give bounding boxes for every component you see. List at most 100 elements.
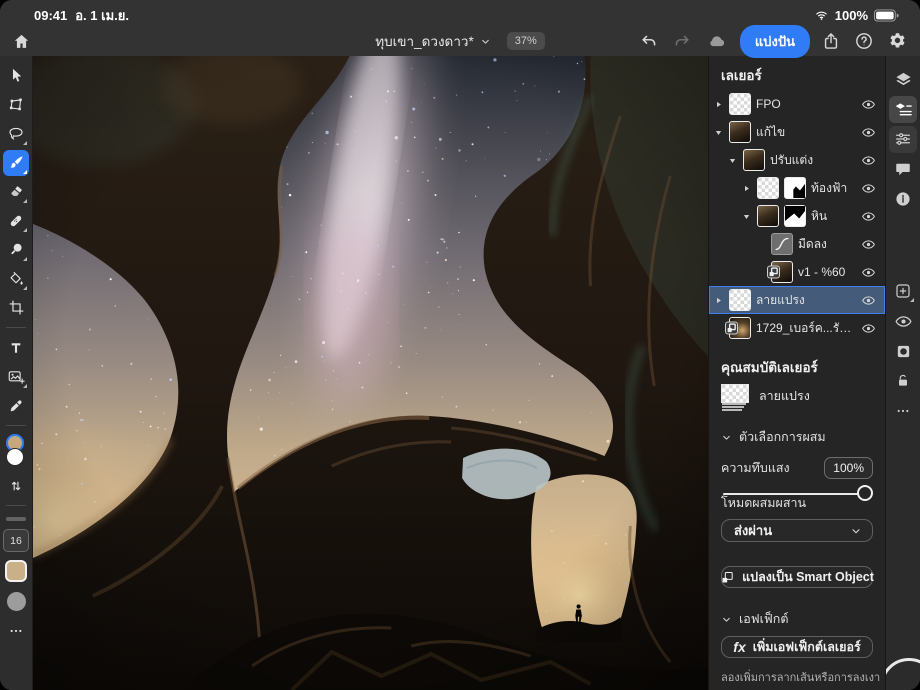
unlock-button[interactable] (889, 368, 917, 395)
fill-tool[interactable] (3, 266, 29, 292)
layer-visibility-eye-icon[interactable] (861, 153, 876, 168)
share-button[interactable]: แบ่งปัน (740, 25, 810, 58)
more-tool-options-button[interactable] (3, 618, 29, 644)
brush-color-swatch[interactable] (5, 560, 27, 582)
expand-right-icon[interactable] (714, 296, 724, 305)
swap-colors-button[interactable] (3, 473, 29, 499)
canvas[interactable] (33, 56, 708, 690)
visibility-button[interactable] (889, 308, 917, 335)
undo-button[interactable] (637, 29, 661, 53)
battery-icon (873, 9, 900, 22)
redo-button[interactable] (670, 29, 694, 53)
collapse-down-icon[interactable] (714, 128, 724, 137)
flyout-indicator (23, 228, 27, 232)
selected-layer-summary: ลายแปรง (709, 382, 885, 416)
collapse-down-icon[interactable] (742, 212, 752, 221)
place-photo-tool[interactable] (3, 364, 29, 390)
chevron-down-icon (721, 432, 732, 443)
layer-row[interactable]: ท้องฟ้า (709, 174, 885, 202)
type-icon (8, 340, 24, 356)
layer-row[interactable]: มืดลง (709, 230, 885, 258)
blend-options-section-header[interactable]: ตัวเลือกการผสม (709, 420, 885, 452)
layer-thumbnail (757, 205, 779, 227)
layer-mask-button[interactable] (889, 338, 917, 365)
more-options-button[interactable] (889, 398, 917, 425)
redo-icon (672, 31, 692, 51)
layer-visibility-eye-icon[interactable] (861, 265, 876, 280)
move-icon (8, 67, 25, 84)
background-color-swatch[interactable] (6, 448, 24, 466)
undo-icon (639, 31, 659, 51)
effects-hint: ลองเพิ่มการลากเส้นหรือการลงเงา (709, 668, 885, 690)
adjustments-button[interactable] (889, 126, 917, 153)
layer-row[interactable]: ปรับแต่ง (709, 146, 885, 174)
eraser-tool[interactable] (3, 179, 29, 205)
type-tool[interactable] (3, 335, 29, 361)
cloud-sync-button[interactable] (703, 29, 731, 53)
crop-tool[interactable] (3, 295, 29, 321)
layer-visibility-eye-icon[interactable] (861, 125, 876, 140)
layer-visibility-eye-icon[interactable] (861, 181, 876, 196)
layer-row[interactable]: ลายแปรง (709, 286, 885, 314)
layer-row[interactable]: หิน (709, 202, 885, 230)
slider-handle[interactable] (857, 485, 873, 501)
expand-right-icon[interactable] (742, 184, 752, 193)
app-bar-actions: แบ่งปัน (637, 25, 910, 58)
flyout-indicator (23, 199, 27, 203)
status-date: อ. 1 เม.ย. (75, 8, 129, 23)
chevron-down-icon (850, 525, 862, 537)
help-icon (854, 31, 874, 51)
zoom-level-badge: 37% (507, 32, 545, 50)
layer-visibility-eye-icon[interactable] (861, 321, 876, 336)
expand-right-icon[interactable] (714, 100, 724, 109)
lasso-select-tool[interactable] (3, 121, 29, 147)
convert-smart-object-label: แปลงเป็น Smart Object (742, 567, 874, 587)
tool-options-handle[interactable] (6, 517, 26, 521)
brush-size-value[interactable]: 16 (3, 529, 29, 552)
effects-section-header[interactable]: เอฟเฟ็กต์ (709, 602, 885, 634)
help-button[interactable] (852, 29, 876, 53)
opacity-value[interactable]: 100% (824, 457, 873, 479)
layer-properties-title: คุณสมบัติเลเยอร์ (709, 349, 885, 382)
move-tool[interactable] (3, 63, 29, 89)
layer-name: หิน (811, 207, 856, 226)
eyedropper-tool[interactable] (3, 393, 29, 419)
export-button[interactable] (819, 29, 843, 53)
layer-row[interactable]: 1729_เบอร์ค...รับปรุง-NR33 (709, 314, 885, 342)
convert-smart-object-button[interactable]: แปลงเป็น Smart Object (721, 566, 873, 588)
collapse-down-icon[interactable] (728, 156, 738, 165)
layer-visibility-eye-icon[interactable] (861, 97, 876, 112)
color-swatches[interactable] (4, 434, 28, 468)
layer-row[interactable]: แก้ไข (709, 118, 885, 146)
layers-button[interactable] (889, 66, 917, 93)
brush-opacity-swatch[interactable] (7, 592, 26, 611)
layer-visibility-eye-icon[interactable] (861, 293, 876, 308)
add-layer-button[interactable] (889, 278, 917, 305)
layer-visibility-eye-icon[interactable] (861, 237, 876, 252)
info-icon (894, 190, 912, 208)
home-icon (12, 32, 31, 51)
brush-tool[interactable] (3, 150, 29, 176)
info-button[interactable] (889, 186, 917, 213)
home-button[interactable] (10, 30, 33, 53)
layer-name: 1729_เบอร์ค...รับปรุง-NR33 (756, 319, 856, 338)
layer-name: v1 - %60 (798, 265, 856, 279)
blend-mode-dropdown[interactable]: ส่งผ่าน (721, 519, 873, 542)
toolbar-divider (6, 327, 26, 328)
layer-row[interactable]: v1 - %60 (709, 258, 885, 286)
layer-row[interactable]: FPO (709, 90, 885, 118)
comments-button[interactable] (889, 156, 917, 183)
settings-button[interactable] (885, 29, 910, 54)
crop-icon (8, 299, 25, 316)
healing-brush-tool[interactable] (3, 208, 29, 234)
add-layer-effect-button[interactable]: fx เพิ่มเอฟเฟ็กต์เลเยอร์ (721, 636, 873, 658)
layer-visibility-eye-icon[interactable] (861, 209, 876, 224)
visibility-icon (894, 312, 913, 331)
layers-icon (894, 70, 913, 89)
corner-arc-indicator (885, 658, 920, 690)
transform-tool[interactable] (3, 92, 29, 118)
layer-properties-button[interactable] (889, 96, 917, 123)
dodge-burn-tool[interactable] (3, 237, 29, 263)
cloud-icon (705, 31, 729, 51)
flyout-indicator (910, 298, 914, 302)
